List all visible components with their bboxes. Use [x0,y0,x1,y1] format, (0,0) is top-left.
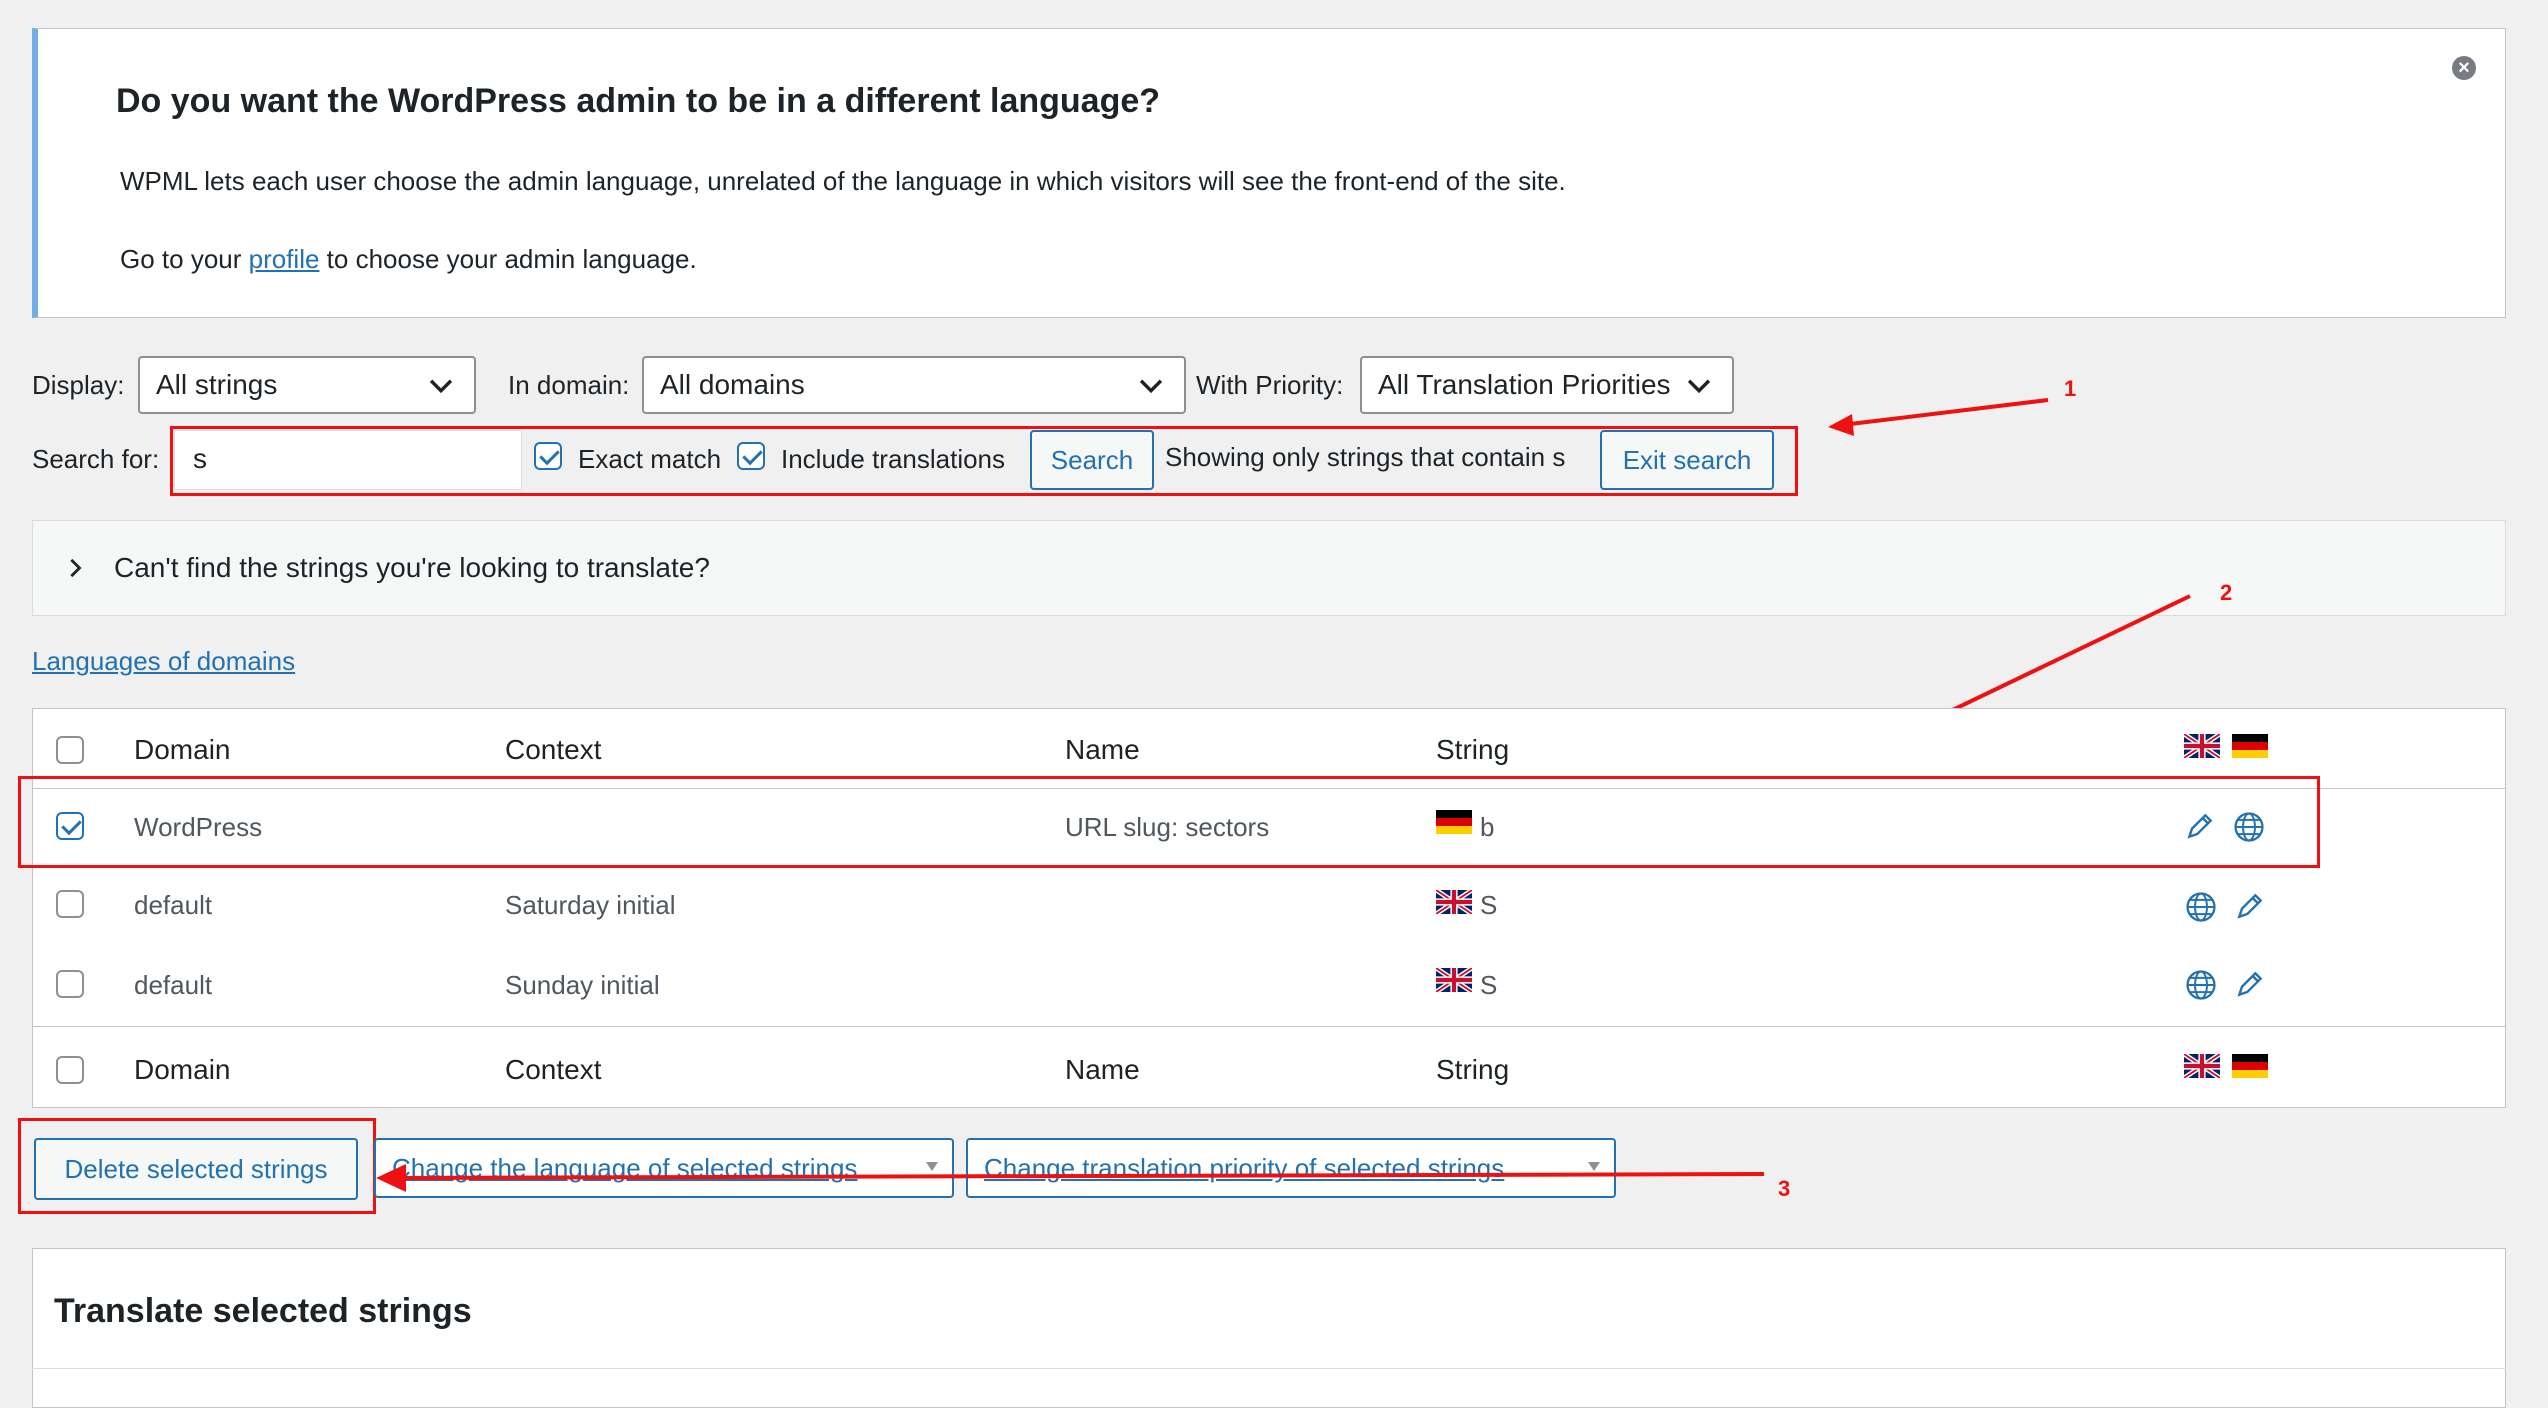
delete-selected-strings-button[interactable]: Delete selected strings [34,1138,358,1200]
priority-select[interactable]: All Translation Priorities [1360,356,1734,414]
column-footer-name[interactable]: Name [1065,1054,1140,1086]
include-translations-label: Include translations [781,444,1006,474]
row-string: S [1480,890,1498,920]
pencil-icon[interactable] [2234,968,2266,1000]
row-checkbox[interactable] [56,812,84,840]
chevron-down-icon [1139,379,1163,394]
column-footer-context[interactable]: Context [505,1054,602,1086]
search-status-text: Showing only strings that contain s [1165,442,1566,472]
search-button[interactable]: Search [1030,430,1154,490]
column-footer-string[interactable]: String [1436,1054,1509,1086]
close-circle-icon[interactable]: × [2452,56,2476,80]
chevron-right-icon [70,558,82,578]
include-translations-checkbox[interactable] [737,442,765,470]
notice-text: WPML lets each user choose the admin lan… [120,166,1566,196]
flag-uk-icon [1436,890,1472,914]
globe-icon[interactable] [2184,968,2218,1002]
annotation-number-1: 1 [2064,376,2077,401]
row-domain: default [134,890,213,920]
annotation-arrow-1 [1828,398,2049,436]
exit-search-button[interactable]: Exit search [1600,430,1774,490]
globe-icon[interactable] [2232,810,2266,844]
flag-de-icon [2232,734,2268,758]
languages-of-domains-link[interactable]: Languages of domains [32,646,295,677]
domain-select[interactable]: All domains [642,356,1186,414]
panel-divider [32,1368,2506,1369]
row-context: Saturday initial [505,890,676,920]
flag-uk-icon [2184,1054,2220,1078]
notice-title: Do you want the WordPress admin to be in… [116,82,1161,120]
row-string: S [1480,970,1498,1000]
row-checkbox[interactable] [56,970,84,998]
search-input[interactable]: s [174,430,522,490]
chevron-down-icon [1687,379,1711,394]
annotation-number-3: 3 [1778,1176,1791,1201]
globe-icon[interactable] [2184,890,2218,924]
flag-uk-icon [1436,968,1472,992]
column-header-domain[interactable]: Domain [134,734,230,766]
exact-match-label: Exact match [578,444,722,474]
column-header-name[interactable]: Name [1065,734,1140,766]
strings-table [32,708,2506,1108]
notice-profile-text: Go to your profile to choose your admin … [120,244,697,274]
flag-de-icon [1436,810,1472,834]
row-name: URL slug: sectors [1065,812,1270,842]
select-all-checkbox-footer[interactable] [56,1056,84,1084]
pencil-icon[interactable] [2234,890,2266,922]
display-select[interactable]: All strings [138,356,476,414]
row-domain: WordPress [134,812,263,842]
domain-label: In domain: [508,370,630,400]
search-label: Search for: [32,444,160,474]
table-footer-divider [32,1026,2506,1027]
annotation-arrow-3 [376,1164,1765,1192]
priority-label: With Priority: [1196,370,1344,400]
translate-panel-title: Translate selected strings [54,1292,472,1330]
exact-match-checkbox[interactable] [534,442,562,470]
column-header-context[interactable]: Context [505,734,602,766]
flag-de-icon [2232,1054,2268,1078]
flag-uk-icon [2184,734,2220,758]
chevron-down-icon [429,379,453,394]
annotation-number-2: 2 [2220,580,2233,605]
row-checkbox[interactable] [56,890,84,918]
column-footer-domain[interactable]: Domain [134,1054,230,1086]
row-domain: default [134,970,213,1000]
row-string: b [1480,812,1495,842]
profile-link[interactable]: profile [249,244,320,274]
display-label: Display: [32,370,125,400]
accordion-label: Can't find the strings you're looking to… [114,552,710,583]
pencil-icon[interactable] [2184,810,2216,842]
select-all-checkbox[interactable] [56,736,84,764]
row-context: Sunday initial [505,970,660,1000]
column-header-string[interactable]: String [1436,734,1509,766]
